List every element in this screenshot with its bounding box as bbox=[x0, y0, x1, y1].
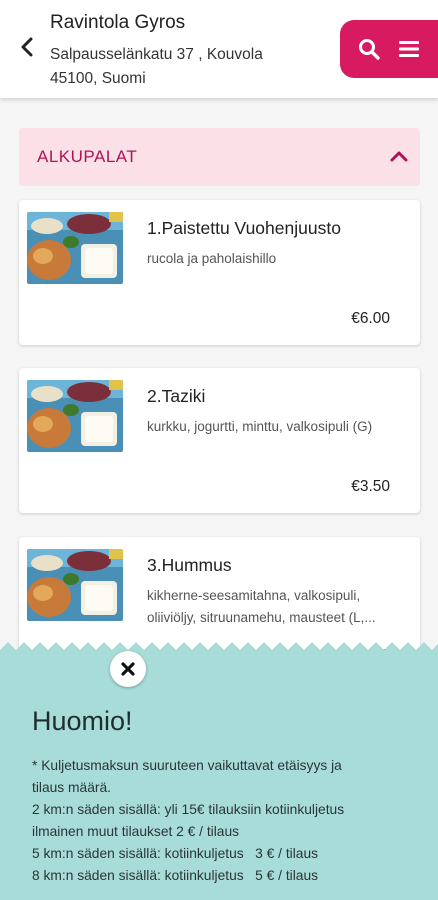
chevron-up-icon bbox=[390, 151, 408, 162]
item-price: €6.00 bbox=[351, 310, 390, 327]
notice-body: Huomio! * Kuljetusmaksun suuruteen vaiku… bbox=[0, 651, 438, 900]
item-description: kikherne-seesamitahna, valkosipuli, olii… bbox=[147, 588, 376, 625]
item-name: 1.Paistettu Vuohenjuusto bbox=[147, 218, 341, 238]
item-price: €3.50 bbox=[351, 478, 390, 495]
notice-line: 5 km:n säden sisällä: kotiinkuljetus 3 €… bbox=[32, 846, 319, 861]
search-icon bbox=[359, 39, 380, 60]
notice-line: 2 km:n säden sisällä: yli 15€ tilauksiin… bbox=[32, 802, 345, 817]
food-image bbox=[27, 380, 123, 452]
menu-item-card[interactable]: 2.Taziki kurkku, jogurtti, minttu, valko… bbox=[19, 368, 420, 513]
food-image bbox=[27, 212, 123, 284]
header-actions bbox=[340, 20, 438, 78]
notice-line: ilmainen muut tilaukset 2 € / tilaus bbox=[32, 824, 240, 839]
notice-title: Huomio! bbox=[32, 706, 133, 736]
search-button[interactable] bbox=[356, 36, 382, 62]
notice-line: tilaus määrä. bbox=[32, 780, 111, 795]
chevron-left-icon bbox=[21, 37, 33, 57]
notice-line: * Kuljetusmaksun suuruteen vaikuttavat e… bbox=[32, 758, 342, 773]
close-icon bbox=[121, 662, 135, 676]
zigzag-edge bbox=[0, 642, 438, 660]
address-line-2: 45100, Suomi bbox=[50, 70, 146, 87]
restaurant-name: Ravintola Gyros bbox=[50, 12, 186, 33]
item-description: kurkku, jogurtti, minttu, valkosipuli (G… bbox=[147, 419, 373, 434]
notice-banner: Huomio! * Kuljetusmaksun suuruteen vaiku… bbox=[0, 640, 438, 900]
item-name: 2.Taziki bbox=[147, 386, 206, 406]
restaurant-address: Salpausselänkatu 37 , Kouvola 45100, Suo… bbox=[50, 43, 300, 91]
hamburger-menu-icon bbox=[399, 41, 419, 57]
notice-line: 8 km:n säden sisällä: kotiinkuljetus 5 €… bbox=[32, 868, 319, 883]
menu-item-card[interactable]: 1.Paistettu Vuohenjuusto rucola ja pahol… bbox=[19, 200, 420, 345]
close-notice-button[interactable] bbox=[110, 651, 146, 687]
back-button[interactable] bbox=[14, 30, 40, 64]
food-image bbox=[27, 549, 123, 621]
notice-text: * Kuljetusmaksun suuruteen vaikuttavat e… bbox=[32, 755, 412, 887]
item-description: rucola ja paholaishillo bbox=[147, 251, 277, 266]
menu-button[interactable] bbox=[396, 36, 422, 62]
app-header: Ravintola Gyros Salpausselänkatu 37 , Ko… bbox=[0, 0, 438, 98]
address-line-1: Salpausselänkatu 37 , Kouvola bbox=[50, 46, 263, 63]
item-name: 3.Hummus bbox=[147, 555, 232, 575]
category-header-alkupalat[interactable]: ALKUPALAT bbox=[19, 128, 420, 186]
category-title: ALKUPALAT bbox=[37, 147, 138, 166]
